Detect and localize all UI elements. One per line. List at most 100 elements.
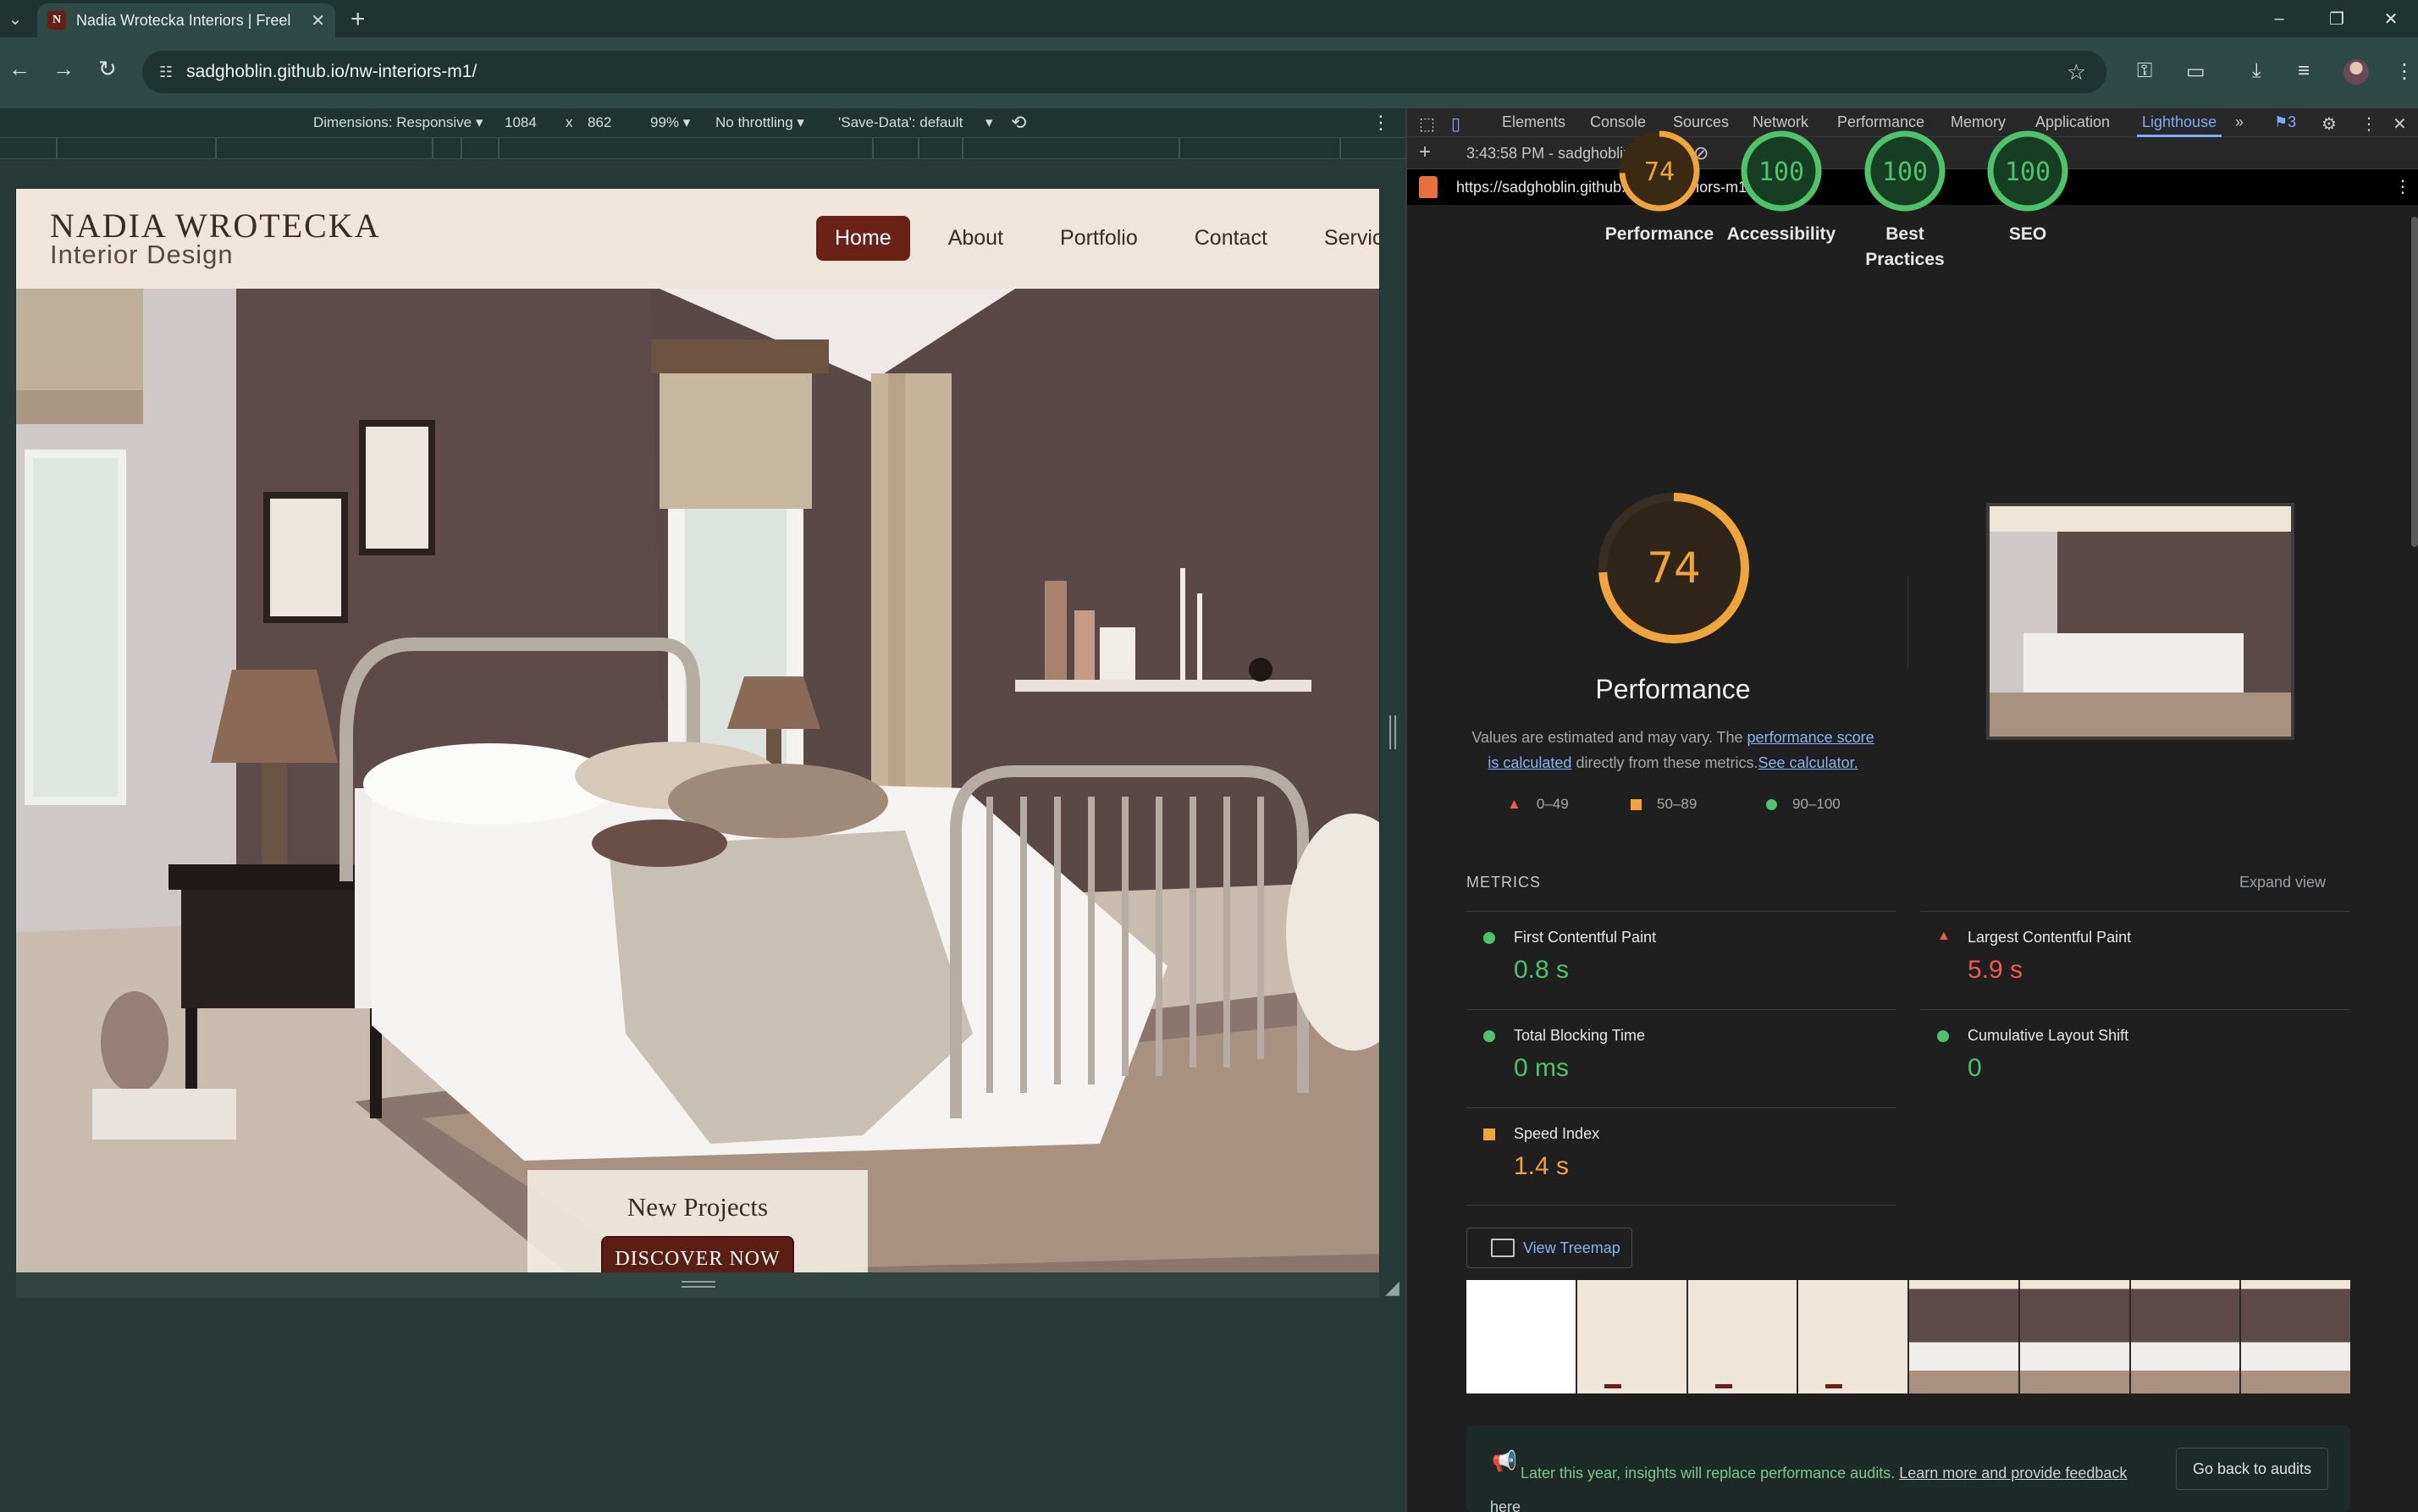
device-toggle-icon[interactable]: ▯ [1451, 113, 1460, 135]
metric-name: First Contentful Paint [1514, 929, 1657, 946]
thumb-bed [2023, 633, 2244, 701]
media-control-icon[interactable]: ≡ [2298, 59, 2310, 83]
save-data-select[interactable]: 'Save-Data': default ▾ [838, 114, 993, 131]
pass-circle-icon [1483, 1030, 1495, 1042]
new-tab-button[interactable]: + [351, 5, 366, 34]
metric-speed-index: Speed Index 1.4 s [1466, 1107, 1896, 1206]
throttling-label: No throttling [715, 114, 793, 130]
inspect-element-icon[interactable]: ⬚ [1419, 113, 1435, 135]
tab-search-chevron-icon[interactable]: ⌄ [0, 0, 30, 37]
minimize-button[interactable]: – [2250, 0, 2308, 37]
see-calculator-link[interactable]: See calculator. [1758, 754, 1858, 771]
legend-average-label: 50–89 [1657, 796, 1698, 812]
gauge-label: SEO [2008, 224, 2047, 244]
gauge-label: Accessibility [1726, 224, 1836, 244]
forward-icon[interactable]: → [52, 56, 75, 82]
thumb-rug [1990, 693, 2291, 737]
browser-menu-icon[interactable]: ⋮ [2394, 59, 2415, 84]
resize-handle-corner-icon[interactable]: ◢ [1385, 1277, 1399, 1299]
legend-pass-label: 90–100 [1792, 796, 1841, 812]
divider [1907, 576, 1908, 669]
score-gauge-performance[interactable]: 74 Performance [1596, 127, 1723, 247]
legend-fail-label: 0–49 [1536, 796, 1569, 812]
dimensions-select[interactable]: Dimensions: Responsive ▾ [313, 114, 483, 131]
height-input[interactable]: 862 [588, 114, 611, 131]
bookmark-star-icon[interactable]: ☆ [2067, 59, 2086, 86]
gauge-label: Best Practices [1865, 224, 1945, 269]
legend-fail: ▲ 0–49 [1507, 796, 1569, 813]
devtools-scrollbar[interactable] [2411, 217, 2418, 547]
view-treemap-label: View Treemap [1523, 1239, 1620, 1256]
zoom-select[interactable]: 99% ▾ [650, 114, 690, 131]
media-query-ruler[interactable] [0, 137, 1405, 159]
score-gauge-seo[interactable]: 100 SEO [1964, 127, 2091, 247]
nav-home[interactable]: Home [816, 215, 910, 261]
issues-count: 3 [2288, 113, 2297, 130]
browser-tab-active[interactable]: N Nadia Wrotecka Interiors | Freel ✕ [37, 3, 335, 37]
device-more-icon[interactable]: ⋮ [1372, 112, 1390, 134]
legend-pass: 90–100 [1766, 796, 1841, 813]
new-report-plus-icon[interactable]: + [1419, 141, 1431, 164]
password-key-icon[interactable]: ⚿ [2137, 59, 2152, 83]
square-icon [1631, 798, 1642, 810]
performance-big-score: 74 [1647, 544, 1701, 593]
final-screenshot-thumbnail[interactable] [1986, 503, 2294, 740]
devtools-close-icon[interactable]: ✕ [2393, 113, 2407, 135]
metric-name: Cumulative Layout Shift [1968, 1027, 2129, 1044]
settings-gear-icon[interactable]: ⚙ [2321, 113, 2337, 135]
report-menu-icon[interactable]: ⋮ [2394, 176, 2411, 197]
gauge-label: Performance [1604, 224, 1714, 244]
nav-contact[interactable]: Contact [1176, 216, 1286, 261]
more-tabs-icon[interactable]: » [2235, 113, 2244, 131]
score-gauge-best-practices[interactable]: 100 Best Practices [1841, 127, 1968, 273]
reading-mode-icon[interactable]: ▭ [2186, 59, 2205, 84]
gauge-ring: 100 [1741, 130, 1822, 212]
tab-close-icon[interactable]: ✕ [311, 10, 325, 31]
insights-banner: 📢 Later this year, insights will replace… [1466, 1426, 2350, 1512]
address-url[interactable]: sadghoblin.github.io/nw-interiors-m1/ [186, 62, 477, 82]
tab-elements[interactable]: Elements [1502, 113, 1565, 131]
resize-handle-right-icon[interactable] [1389, 715, 1396, 749]
circle-icon [1766, 798, 1777, 810]
reload-icon[interactable]: ↻ [98, 56, 117, 82]
device-toolbar: Dimensions: Responsive ▾ 1084 x 862 99% … [0, 108, 1405, 137]
profile-avatar[interactable] [2343, 59, 2369, 85]
filmstrip-frame [1466, 1280, 1577, 1393]
view-treemap-button[interactable]: View Treemap [1466, 1228, 1632, 1268]
insights-message: Later this year, insights will replace p… [1521, 1465, 1900, 1482]
discover-now-button[interactable]: DISCOVER NOW [601, 1236, 794, 1272]
metric-value: 0 ms [1514, 1054, 1570, 1082]
nav-portfolio[interactable]: Portfolio [1041, 216, 1157, 261]
fail-triangle-icon: ▲ [1937, 929, 1951, 943]
throttling-select[interactable]: No throttling ▾ [715, 114, 804, 131]
address-bar[interactable]: ☷ sadghoblin.github.io/nw-interiors-m1/ … [142, 51, 2106, 93]
go-back-to-audits-button[interactable]: Go back to audits [2176, 1448, 2328, 1490]
nav-about[interactable]: About [930, 216, 1022, 261]
brand-subtitle: Interior Design [50, 240, 234, 269]
download-icon[interactable]: ⤓ [2252, 59, 2261, 83]
zoom-label: 99% [650, 114, 680, 130]
devtools-more-icon[interactable]: ⋮ [2360, 113, 2377, 135]
metric-first-contentful-paint: First Contentful Paint 0.8 s [1466, 911, 1896, 1009]
issues-badge[interactable]: ⚑3 [2274, 113, 2296, 131]
close-window-button[interactable]: ✕ [2362, 0, 2418, 37]
metric-cumulative-layout-shift: Cumulative Layout Shift 0 [1920, 1009, 2350, 1107]
score-gauge-accessibility[interactable]: 100 Accessibility [1718, 127, 1845, 247]
nav-services[interactable]: Services [1306, 216, 1379, 261]
metrics-heading: METRICS [1466, 874, 1541, 891]
back-icon[interactable]: ← [8, 56, 30, 82]
metric-value: 0 [1968, 1054, 1982, 1082]
gauge-ring: 100 [1864, 130, 1946, 212]
performance-title: Performance [1595, 674, 1751, 704]
site-info-icon[interactable]: ☷ [159, 63, 173, 81]
tab-lighthouse[interactable]: Lighthouse [2142, 113, 2216, 131]
thumb-header [1990, 506, 2291, 532]
rotate-icon[interactable]: ⟲ [1011, 112, 1026, 134]
width-input[interactable]: 1084 [505, 114, 537, 131]
resize-handle-bottom-icon[interactable] [682, 1281, 715, 1288]
expand-view-button[interactable]: Expand view [2239, 874, 2326, 891]
favicon-icon: N [47, 11, 66, 30]
metric-largest-contentful-paint: ▲ Largest Contentful Paint 5.9 s [1920, 911, 2350, 1009]
filmstrip-frame [2241, 1280, 2350, 1393]
restore-button[interactable]: ❐ [2308, 0, 2366, 37]
